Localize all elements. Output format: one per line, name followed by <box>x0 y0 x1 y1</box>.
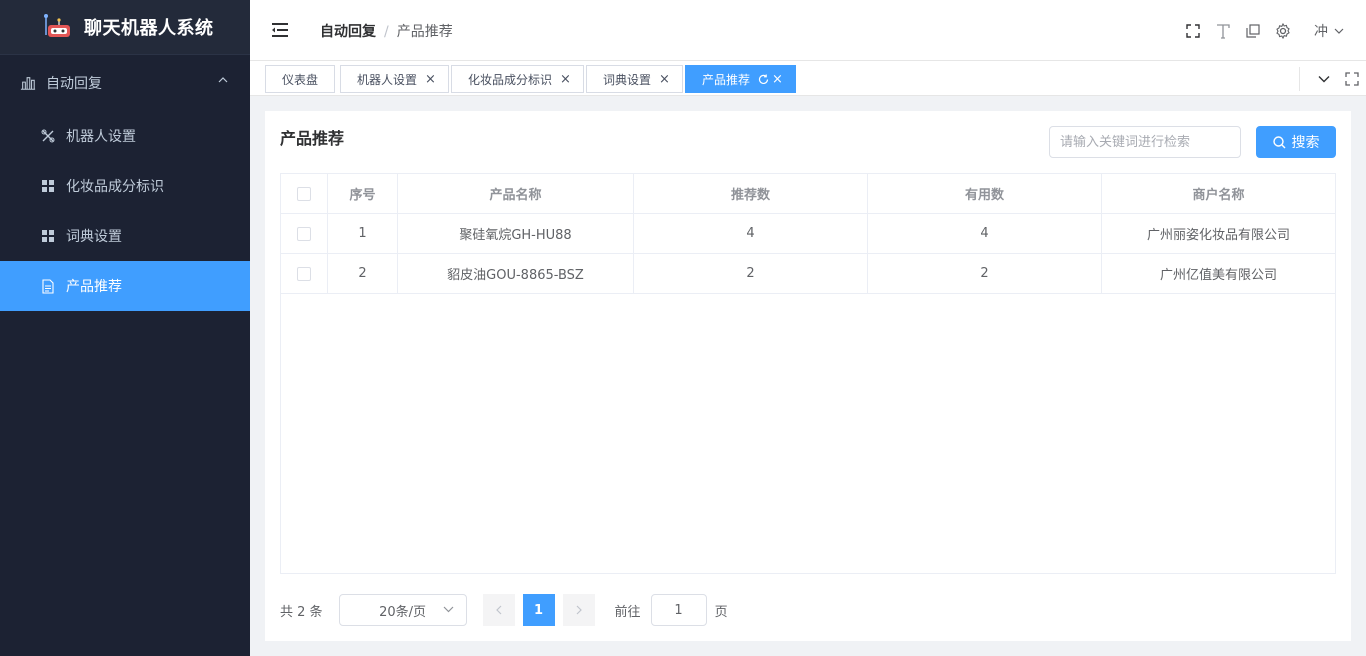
cell-useful-count: 2 <box>868 254 1102 293</box>
close-icon[interactable]: × <box>772 72 783 87</box>
tags-actions <box>1299 67 1366 91</box>
cell-useful-count: 4 <box>868 214 1102 253</box>
expand-icon[interactable] <box>1338 67 1366 91</box>
close-icon[interactable]: × <box>659 72 670 87</box>
select-all-checkbox[interactable] <box>297 186 311 201</box>
header-checkbox-cell <box>281 174 328 213</box>
table-header-row: 序号 产品名称 推荐数 有用数 商户名称 <box>281 174 1335 214</box>
tag-label: 机器人设置 <box>357 72 418 87</box>
cell-recommend-count: 4 <box>634 214 868 253</box>
grid-icon <box>40 228 56 244</box>
tag-product-recommend[interactable]: 产品推荐 × <box>685 65 796 93</box>
row-checkbox[interactable] <box>297 266 311 281</box>
top-header: 自动回复 / 产品推荐 冲 <box>250 0 1366 61</box>
chevron-down-icon[interactable] <box>1310 67 1338 91</box>
font-size-icon[interactable] <box>1208 16 1238 46</box>
page-size-value: 20条/页 <box>379 604 427 620</box>
tag-cosmetic-ingredients[interactable]: 化妆品成分标识 × <box>451 65 584 93</box>
tag-robot-settings[interactable]: 机器人设置 × <box>340 65 449 93</box>
page-size-select[interactable]: 20条/页 <box>338 594 467 626</box>
search-icon <box>1272 135 1285 148</box>
search-input[interactable] <box>1049 126 1241 158</box>
page-number-button[interactable]: 1 <box>522 594 555 626</box>
chevron-up-icon <box>218 77 228 83</box>
column-header-useful-count: 有用数 <box>868 174 1102 213</box>
next-page-button[interactable] <box>562 594 595 626</box>
close-icon[interactable]: × <box>560 72 571 87</box>
copy-icon[interactable] <box>1238 16 1268 46</box>
tags-view: 仪表盘 机器人设置 × 化妆品成分标识 × 词典设置 × 产品推荐 × <box>250 61 1366 96</box>
fullscreen-icon[interactable] <box>1178 16 1208 46</box>
tag-label: 化妆品成分标识 <box>468 72 553 87</box>
page-title: 产品推荐 <box>280 129 345 148</box>
sidebar-item-label: 产品推荐 <box>66 279 122 295</box>
row-checkbox[interactable] <box>297 226 311 241</box>
sidebar: 聊天机器人系统 自动回复 机器人设置 化妆品成分标识 词典设置 产品推荐 <box>0 0 250 656</box>
sidebar-item-product-recommend[interactable]: 产品推荐 <box>0 261 250 311</box>
column-header-merchant: 商户名称 <box>1192 188 1245 203</box>
logo: 聊天机器人系统 <box>0 0 250 55</box>
sidebar-group-label: 自动回复 <box>46 76 102 92</box>
sidebar-item-robot-settings[interactable]: 机器人设置 <box>0 111 250 161</box>
goto-page-input[interactable] <box>650 594 707 626</box>
document-icon <box>40 278 56 294</box>
table-row[interactable]: 2 貂皮油GOU-8865-BSZ 2 2 广州亿值美有限公司 <box>281 254 1335 294</box>
cell-merchant: 广州丽姿化妆品有限公司 <box>1146 228 1290 243</box>
page-suffix: 页 <box>714 604 728 620</box>
wrench-icon <box>40 128 56 144</box>
breadcrumb: 自动回复 / 产品推荐 <box>320 21 453 41</box>
column-header-index: 序号 <box>328 174 398 213</box>
user-name: 冲 <box>1314 23 1328 40</box>
tag-dashboard[interactable]: 仪表盘 <box>265 65 335 93</box>
table-row[interactable]: 1 聚硅氧烷GH-HU88 4 4 广州丽姿化妆品有限公司 <box>281 214 1335 254</box>
pagination: 共 2 条 20条/页 1 前往 页 <box>280 594 728 626</box>
robot-logo-icon <box>44 14 70 37</box>
header-actions: 冲 <box>1178 0 1366 61</box>
hamburger-toggle-icon[interactable] <box>270 20 290 44</box>
tag-label: 词典设置 <box>603 72 652 87</box>
refresh-icon[interactable] <box>758 74 769 85</box>
pagination-total: 共 2 条 <box>280 604 323 620</box>
column-header-recommend-count: 推荐数 <box>634 174 868 213</box>
sidebar-item-dictionary-settings[interactable]: 词典设置 <box>0 211 250 261</box>
prev-page-button[interactable] <box>482 594 515 626</box>
close-icon[interactable]: × <box>425 72 436 87</box>
tag-label: 产品推荐 <box>702 72 751 87</box>
tag-dictionary-settings[interactable]: 词典设置 × <box>586 65 683 93</box>
breadcrumb-item-current: 产品推荐 <box>396 24 453 40</box>
product-table: 序号 产品名称 推荐数 有用数 商户名称 1 聚硅氧烷GH-HU88 4 4 广… <box>280 173 1336 574</box>
sidebar-item-label: 化妆品成分标识 <box>66 179 164 195</box>
sidebar-item-label: 词典设置 <box>66 229 122 245</box>
user-menu[interactable]: 冲 <box>1314 21 1344 41</box>
search-button-label: 搜索 <box>1291 134 1320 150</box>
goto-label: 前往 <box>614 604 641 620</box>
sidebar-item-cosmetic-ingredients[interactable]: 化妆品成分标识 <box>0 161 250 211</box>
row-checkbox-cell <box>281 214 328 253</box>
sidebar-group-auto-reply[interactable]: 自动回复 <box>0 55 250 111</box>
bar-chart-icon <box>20 75 36 91</box>
main-card: 产品推荐 搜索 序号 产品名称 推荐数 有用数 商户名称 1 聚硅氧烷GH-HU… <box>265 111 1351 641</box>
app-title: 聊天机器人系统 <box>84 18 214 39</box>
cell-product-name: 貂皮油GOU-8865-BSZ <box>398 254 634 293</box>
gear-icon[interactable] <box>1268 16 1298 46</box>
cell-index: 2 <box>328 254 398 293</box>
breadcrumb-separator: / <box>384 24 389 40</box>
column-header-product-name: 产品名称 <box>398 174 634 213</box>
search-button[interactable]: 搜索 <box>1256 126 1336 158</box>
chevron-right-icon <box>576 605 582 615</box>
page-jump: 前往 页 <box>615 594 728 626</box>
cell-merchant: 广州亿值美有限公司 <box>1159 268 1277 283</box>
tag-label: 仪表盘 <box>281 72 318 87</box>
chevron-down-icon <box>1334 28 1344 34</box>
sidebar-item-label: 机器人设置 <box>66 129 136 145</box>
row-checkbox-cell <box>281 254 328 293</box>
grid-icon <box>40 178 56 194</box>
cell-recommend-count: 2 <box>634 254 868 293</box>
chevron-left-icon <box>495 605 501 615</box>
chevron-down-icon <box>443 606 453 613</box>
cell-index: 1 <box>328 214 398 253</box>
cell-product-name: 聚硅氧烷GH-HU88 <box>398 214 634 253</box>
breadcrumb-item-auto-reply[interactable]: 自动回复 <box>320 24 376 40</box>
